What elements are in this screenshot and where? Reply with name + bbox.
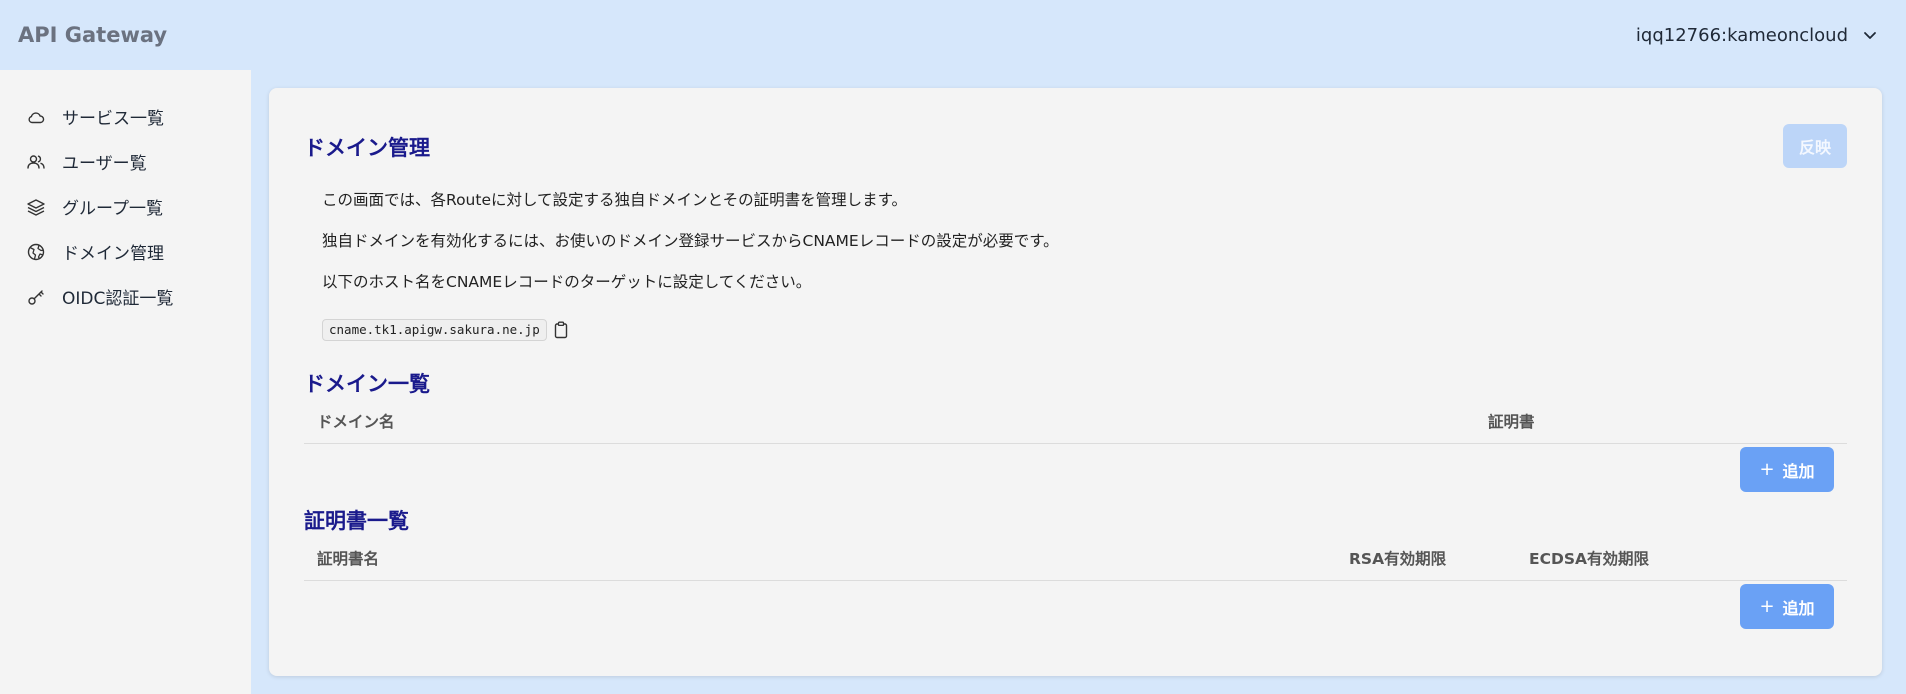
account-menu[interactable]: iqq12766:kameoncloud xyxy=(1636,25,1888,46)
account-name: iqq12766:kameoncloud xyxy=(1635,24,1848,46)
column-header-rsa-expiry: RSA有効期限 xyxy=(1349,550,1447,568)
column-header-certificate: 証明書 xyxy=(1488,413,1535,431)
column-header-domain-name: ドメイン名 xyxy=(317,413,395,431)
column-header-ecdsa-expiry: ECDSA有効期限 xyxy=(1529,550,1649,568)
domain-table-header: ドメイン名 証明書 xyxy=(304,404,1847,444)
sidebar-item-groups[interactable]: グループ一覧 xyxy=(0,184,251,229)
domain-management-panel: ドメイン管理 反映 この画面では、各Routeに対して設定する独自ドメインとその… xyxy=(269,88,1882,676)
app-title: API Gateway xyxy=(18,23,168,47)
description-text: 以下のホスト名をCNAMEレコードのターゲットに設定してください。 xyxy=(322,273,812,291)
cname-host-code: cname.tk1.apigw.sakura.ne.jp xyxy=(322,319,547,341)
clipboard-copy-icon[interactable] xyxy=(553,321,569,339)
add-certificate-label: 追加 xyxy=(1782,598,1815,618)
app-header: API Gateway iqq12766:kameoncloud xyxy=(0,0,1906,70)
sidebar-item-label: グループ一覧 xyxy=(62,199,163,219)
description-text: この画面では、各Routeに対して設定する独自ドメインとその証明書を管理します。 xyxy=(322,191,908,209)
domain-list-title: ドメイン一覧 xyxy=(304,372,430,396)
chevron-down-icon xyxy=(1864,32,1876,39)
add-certificate-button[interactable]: + 追加 xyxy=(1740,584,1834,629)
sidebar-item-label: ドメイン管理 xyxy=(62,244,164,264)
sidebar-item-oidc[interactable]: OIDC認証一覧 xyxy=(0,274,251,319)
key-icon xyxy=(28,289,44,305)
certificate-list-title: 証明書一覧 xyxy=(304,509,409,533)
column-header-certificate-name: 証明書名 xyxy=(317,550,380,568)
add-domain-button[interactable]: + 追加 xyxy=(1740,447,1834,492)
plus-icon: + xyxy=(1759,459,1775,480)
layers-icon xyxy=(27,198,45,216)
plus-icon: + xyxy=(1759,596,1775,617)
cloud-icon xyxy=(28,111,45,123)
sidebar-item-services[interactable]: サービス一覧 xyxy=(0,94,251,139)
certificate-table-header: 証明書名 RSA有効期限 ECDSA有効期限 xyxy=(304,541,1847,581)
sidebar-item-users[interactable]: ユーザー覧 xyxy=(0,139,251,184)
users-icon xyxy=(27,154,45,169)
globe-icon xyxy=(27,243,45,260)
apply-button[interactable]: 反映 xyxy=(1783,124,1847,168)
sidebar-item-domains[interactable]: ドメイン管理 xyxy=(0,229,251,274)
page-title: ドメイン管理 xyxy=(304,136,430,160)
sidebar-item-label: OIDC認証一覧 xyxy=(62,289,174,309)
sidebar: サービス一覧 ユーザー覧 グループ一覧 ドメイン管理 OIDC認証一覧 xyxy=(0,70,251,694)
add-domain-label: 追加 xyxy=(1782,461,1815,481)
sidebar-item-label: ユーザー覧 xyxy=(62,154,147,174)
sidebar-item-label: サービス一覧 xyxy=(62,109,164,129)
description-text: 独自ドメインを有効化するには、お使いのドメイン登録サービスからCNAMEレコード… xyxy=(322,232,1059,250)
